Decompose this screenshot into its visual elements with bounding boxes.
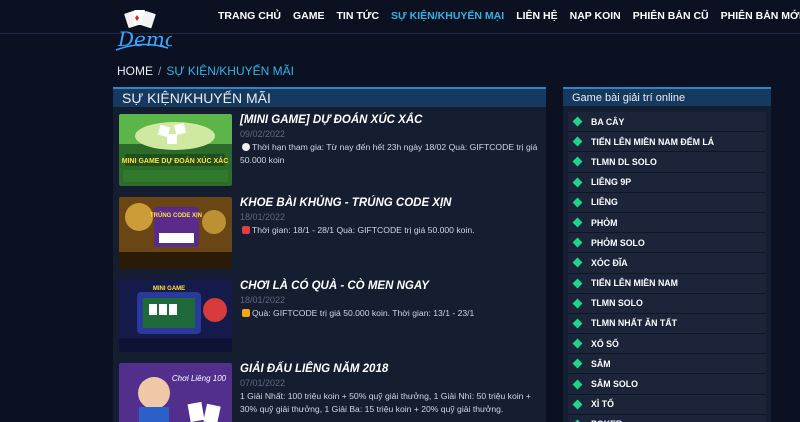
sidebar-game-label: TLMN DL SOLO <box>591 156 657 167</box>
diamond-bullet-icon <box>572 399 583 410</box>
diamond-bullet-icon <box>572 278 583 289</box>
post-title[interactable]: GIẢI ĐẤU LIÊNG NĂM 2018 <box>240 363 388 375</box>
post-date: 09/02/2022 <box>240 129 286 139</box>
post-description: 1 Giải Nhất: 100 triệu koin + 50% quỹ gi… <box>240 391 531 414</box>
main-nav: TRANG CHỦ GAME TIN TỨC SỰ KIỆN/KHUYẾN MẠI LI… <box>212 7 800 27</box>
pin-icon <box>242 226 250 234</box>
sidebar-game-label: XÌ TỐ <box>591 399 614 410</box>
thumb-text: MINI GAME <box>153 286 185 292</box>
sidebar-game-item[interactable]: SÂM SOLO <box>568 374 766 395</box>
post-description: Thời hạn tham gia: Từ nay đến hết 23h ng… <box>240 142 538 165</box>
post-description: Thời gian: 18/1 - 28/1 Quà: GIFTCODE trị… <box>240 224 540 237</box>
sidebar-game-item[interactable]: TLMN NHẤT ĂN TẤT <box>568 313 766 335</box>
diamond-bullet-icon <box>572 136 583 147</box>
sidebar-game-label: TLMN SOLO <box>591 298 643 309</box>
diamond-bullet-icon <box>572 237 583 248</box>
post-thumbnail[interactable]: TRÚNG CODE XỊN <box>119 197 232 269</box>
sidebar-game-item[interactable]: LIÊNG <box>568 192 766 213</box>
site-logo[interactable]: Demo <box>112 10 172 58</box>
sidebar-game-label: BA CÂY <box>591 116 625 127</box>
sidebar-game-label: TIẾN LÊN MIỀN NAM ĐẾM LÁ <box>591 136 715 147</box>
post-title[interactable]: [MINI GAME] DỰ ĐOÁN XÚC XẮC <box>240 114 422 126</box>
sidebar-game-item[interactable]: XÌ TỐ <box>568 394 766 415</box>
diamond-bullet-icon <box>572 257 583 268</box>
nav-item[interactable]: NẠP KOIN <box>564 7 627 27</box>
diamond-bullet-icon <box>572 177 583 188</box>
alarm-clock-icon <box>242 143 250 151</box>
diamond-bullet-icon <box>572 318 583 329</box>
sidebar-game-item[interactable]: TIẾN LÊN MIỀN NAM ĐẾM LÁ <box>568 132 766 153</box>
sidebar-game-item[interactable]: LIÊNG 9P <box>568 172 766 193</box>
sidebar-game-label: SÂM SOLO <box>591 379 638 390</box>
post-date: 07/01/2022 <box>240 378 286 388</box>
post-title[interactable]: CHƠI LÀ CÓ QUÀ - CÒ MEN NGAY <box>240 280 429 292</box>
sidebar-game-label: XÓC ĐĨA <box>591 257 628 268</box>
post-date: 18/01/2022 <box>240 212 286 222</box>
diamond-bullet-icon <box>572 217 583 228</box>
sidebar-game-label: TIẾN LÊN MIỀN NAM <box>591 278 678 289</box>
post-date: 18/01/2022 <box>240 295 286 305</box>
nav-item[interactable]: TRANG CHỦ <box>212 7 287 27</box>
post-thumbnail[interactable]: MINI GAME DỰ ĐOÁN XÚC XẮC <box>119 114 232 186</box>
post-item[interactable]: TRÚNG CODE XỊN KHOE BÀI KHỦNG - TRÚNG CO… <box>119 197 544 277</box>
sidebar-game-item[interactable]: TLMN SOLO <box>568 293 766 314</box>
diamond-bullet-icon <box>572 338 583 349</box>
sidebar-game-label: PHỎM <box>591 217 618 228</box>
thumb-text: TRÚNG CODE XỊN <box>150 212 202 219</box>
nav-item[interactable]: PHIÊN BẢN CŨ <box>627 7 715 27</box>
sidebar-game-label: XỔ SỐ <box>591 338 619 349</box>
sidebar-game-item[interactable]: BA CÂY <box>568 112 766 133</box>
post-item[interactable]: MINI GAME CHƠI LÀ CÓ QUÀ - CÒ MEN NGAY 1… <box>119 280 544 360</box>
nav-item[interactable]: PHIÊN BẢN MỚINEW <box>715 7 800 27</box>
breadcrumb: HOME / SỰ KIỆN/KHUYẾN MÃI <box>117 64 294 78</box>
nav-item[interactable]: GAME <box>287 7 331 27</box>
diamond-bullet-icon <box>572 116 583 127</box>
sidebar-game-item[interactable]: PHỎM SOLO <box>568 233 766 254</box>
sidebar-game-item[interactable]: PHỎM <box>568 212 766 234</box>
post-description: Quà: GIFTCODE trị giá 50.000 koin. Thời … <box>240 307 540 320</box>
events-panel: SỰ KIỆN/KHUYẾN MÃI MINI GAME DỰ ĐOÁN XÚC… <box>113 87 546 422</box>
breadcrumb-current: SỰ KIỆN/KHUYẾN MÃI <box>166 64 294 78</box>
page-title: SỰ KIỆN/KHUYẾN MÃI <box>113 87 546 107</box>
sidebar-game-label: TLMN NHẤT ĂN TẤT <box>591 318 677 329</box>
gift-icon <box>242 309 250 317</box>
sidebar-title: Game bài giải trí online <box>563 87 771 106</box>
post-item[interactable]: Chơi Liêng 100 GIẢI ĐẤU LIÊNG NĂM 2018 0… <box>119 363 544 422</box>
post-thumbnail[interactable]: Chơi Liêng 100 <box>119 363 232 422</box>
sidebar-game-item[interactable]: POKER <box>568 414 766 422</box>
post-thumbnail[interactable]: MINI GAME <box>119 280 232 352</box>
thumb-text: Chơi Liêng 100 <box>172 374 227 383</box>
sidebar-game-label: LIÊNG 9P <box>591 177 632 188</box>
diamond-bullet-icon <box>572 157 583 167</box>
site-header: Demo TRANG CHỦ GAME TIN TỨC SỰ KIỆN/KHUYẾN … <box>0 0 800 51</box>
sidebar-game-list: BA CÂY TIẾN LÊN MIỀN NAM ĐẾM LÁ TLMN DL SO… <box>568 112 766 422</box>
diamond-bullet-icon <box>572 197 583 208</box>
sidebar-game-item[interactable]: XÓC ĐĨA <box>568 253 766 274</box>
sidebar-game-item[interactable]: TLMN DL SOLO <box>568 152 766 173</box>
post-item[interactable]: MINI GAME DỰ ĐOÁN XÚC XẮC [MINI GAME] DỰ… <box>119 114 544 194</box>
diamond-bullet-icon <box>572 358 583 369</box>
post-title[interactable]: KHOE BÀI KHỦNG - TRÚNG CODE XỊN <box>240 197 451 209</box>
breadcrumb-home[interactable]: HOME <box>117 64 153 78</box>
nav-item[interactable]: TIN TỨC <box>331 7 386 27</box>
diamond-bullet-icon <box>572 298 583 309</box>
nav-item[interactable]: LIÊN HỆ <box>510 7 563 27</box>
sidebar-game-item[interactable]: XỔ SỐ <box>568 334 766 355</box>
nav-item[interactable]: SỰ KIỆN/KHUYẾN MẠI <box>385 7 510 27</box>
game-sidebar: Game bài giải trí online BA CÂY TIẾN LÊN … <box>563 87 771 422</box>
diamond-bullet-icon <box>572 379 583 389</box>
sidebar-game-label: PHỎM SOLO <box>591 237 645 248</box>
thumb-text: MINI GAME DỰ ĐOÁN XÚC XẮC <box>122 156 229 165</box>
sidebar-game-item[interactable]: SÂM <box>568 354 766 375</box>
sidebar-game-label: SÂM <box>591 358 611 369</box>
sidebar-game-item[interactable]: TIẾN LÊN MIỀN NAM <box>568 273 766 294</box>
sidebar-game-label: LIÊNG <box>591 197 618 208</box>
breadcrumb-separator: / <box>158 64 162 78</box>
